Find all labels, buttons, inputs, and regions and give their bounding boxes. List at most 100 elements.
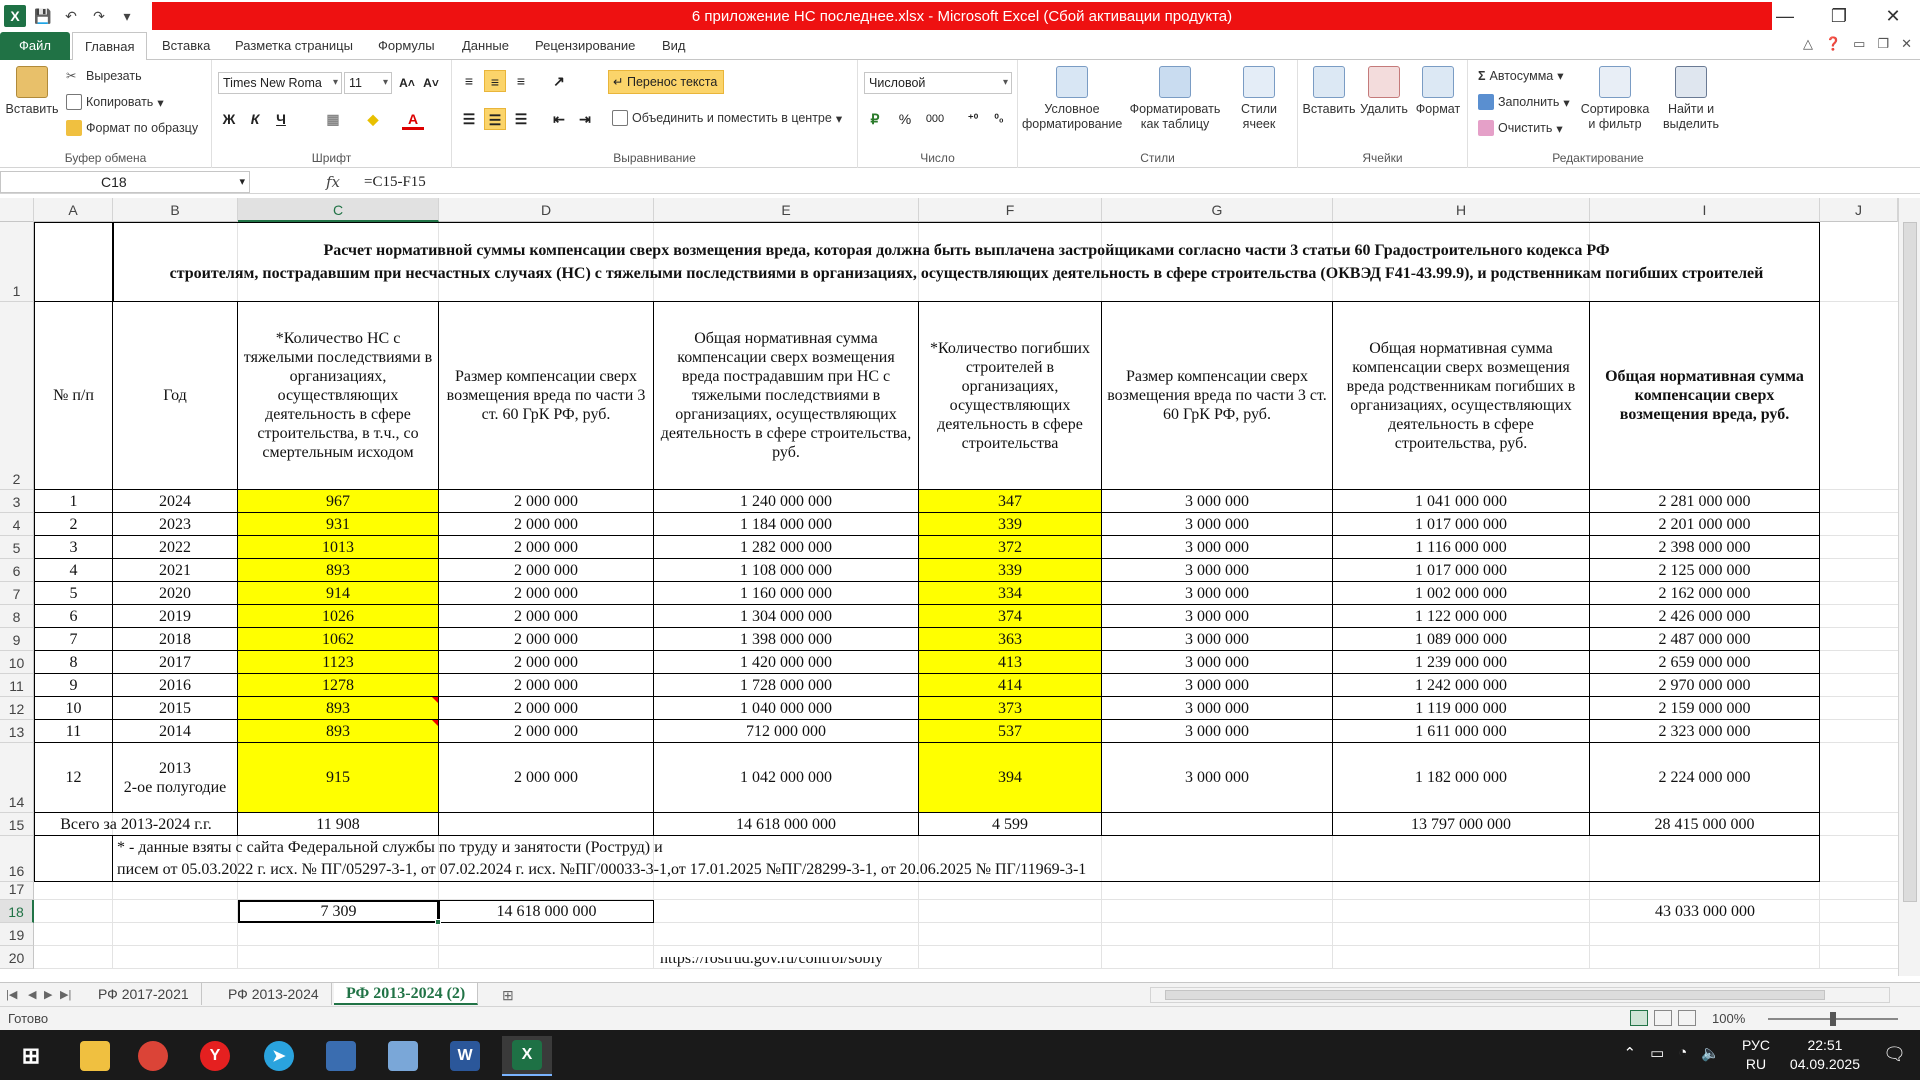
cell-total-all[interactable]: 2 426 000 000 — [1590, 605, 1820, 628]
row-header-20[interactable]: 20 — [0, 946, 34, 969]
cell-number[interactable]: 1 — [34, 490, 113, 513]
cell-total-death[interactable]: 1 122 000 000 — [1333, 605, 1590, 628]
cell-incidents[interactable]: 1062 — [238, 628, 439, 651]
tab-home[interactable]: Главная — [72, 32, 148, 61]
cell-compensation-injury[interactable]: 2 000 000 — [439, 582, 654, 605]
cell-compensation-injury[interactable]: 2 000 000 — [439, 651, 654, 674]
cell-number[interactable]: 11 — [34, 720, 113, 743]
cell-total-death[interactable]: 1 119 000 000 — [1333, 697, 1590, 720]
header-h[interactable]: Общая нормативная сумма компенсации свер… — [1333, 302, 1590, 490]
cell-incidents[interactable]: 1013 — [238, 536, 439, 559]
column-header-j[interactable]: J — [1820, 198, 1898, 222]
merge-center-button[interactable]: Объединить и поместить в центре ▾ — [612, 110, 842, 126]
total-death-sum[interactable]: 13 797 000 000 — [1333, 813, 1590, 836]
name-box[interactable]: C18 — [0, 171, 250, 193]
close-button[interactable]: ✕ — [1866, 0, 1920, 32]
page-layout-view-icon[interactable] — [1654, 1010, 1672, 1026]
sheet-tab-2[interactable]: РФ 2013-2024 — [216, 983, 332, 1005]
window-restore-icon[interactable]: ❐ — [1877, 36, 1889, 52]
total-label[interactable]: Всего за 2013-2024 г.г. — [34, 813, 238, 836]
cell-compensation-injury[interactable]: 2 000 000 — [439, 536, 654, 559]
cell-incidents[interactable]: 893 — [238, 697, 439, 720]
total-d[interactable] — [439, 813, 654, 836]
row-header-10[interactable]: 10 — [0, 651, 34, 674]
row-header-8[interactable]: 8 — [0, 605, 34, 628]
column-header-f[interactable]: F — [919, 198, 1102, 222]
cell-compensation-death[interactable]: 3 000 000 — [1102, 559, 1333, 582]
cell-year[interactable]: 2024 — [113, 490, 238, 513]
cell-compensation-death[interactable]: 3 000 000 — [1102, 628, 1333, 651]
cell-incidents[interactable]: 1123 — [238, 651, 439, 674]
chevron-up-icon[interactable]: ⌃ — [1623, 1044, 1636, 1062]
cell-year[interactable]: 2019 — [113, 605, 238, 628]
cell-incidents[interactable]: 914 — [238, 582, 439, 605]
restore-button[interactable]: ❐ — [1812, 0, 1866, 32]
cell-total-all[interactable]: 2 323 000 000 — [1590, 720, 1820, 743]
explorer-button[interactable] — [70, 1036, 120, 1076]
header-f[interactable]: *Количество погибших строителей в органи… — [919, 302, 1102, 490]
redo-icon[interactable]: ↷ — [88, 5, 110, 27]
cell-deaths[interactable]: 373 — [919, 697, 1102, 720]
cell-year[interactable]: 2023 — [113, 513, 238, 536]
cell-total-injury[interactable]: 1 728 000 000 — [654, 674, 919, 697]
cell-compensation-injury[interactable]: 2 000 000 — [439, 697, 654, 720]
select-all-corner[interactable] — [0, 198, 34, 222]
cell-number[interactable]: 9 — [34, 674, 113, 697]
cell-compensation-injury[interactable]: 2 000 000 — [439, 605, 654, 628]
cell-total-death[interactable]: 1 089 000 000 — [1333, 628, 1590, 651]
normal-view-icon[interactable] — [1630, 1010, 1648, 1026]
column-header-h[interactable]: H — [1333, 198, 1590, 222]
align-right-icon[interactable]: ☰ — [510, 108, 532, 130]
row-header-7[interactable]: 7 — [0, 582, 34, 605]
row-header-11[interactable]: 11 — [0, 674, 34, 697]
total-g[interactable] — [1102, 813, 1333, 836]
cell-total-death[interactable]: 1 017 000 000 — [1333, 559, 1590, 582]
cell-year[interactable]: 2020 — [113, 582, 238, 605]
decrease-font-icon[interactable]: A˅ — [420, 72, 442, 94]
save-icon[interactable]: 💾 — [32, 5, 54, 27]
column-header-g[interactable]: G — [1102, 198, 1333, 222]
column-header-a[interactable]: A — [34, 198, 113, 222]
row-header-18[interactable]: 18 — [0, 900, 34, 923]
clear-button[interactable]: Очистить ▾ — [1478, 120, 1563, 136]
borders-icon[interactable]: ▦ — [322, 108, 344, 130]
cell-compensation-injury[interactable]: 2 000 000 — [439, 674, 654, 697]
horizontal-scroll-thumb[interactable] — [1165, 990, 1825, 1000]
cell-total-injury[interactable]: 1 042 000 000 — [654, 743, 919, 813]
chrome-button[interactable] — [128, 1036, 178, 1076]
total-injury-sum[interactable]: 14 618 000 000 — [654, 813, 919, 836]
cell-total-all[interactable]: 2 201 000 000 — [1590, 513, 1820, 536]
cell-incidents[interactable]: 1278 — [238, 674, 439, 697]
cell-compensation-injury[interactable]: 2 000 000 — [439, 559, 654, 582]
column-header-b[interactable]: B — [113, 198, 238, 222]
row-header-12[interactable]: 12 — [0, 697, 34, 720]
cell-incidents[interactable]: 967 — [238, 490, 439, 513]
word-button[interactable]: W — [440, 1036, 490, 1076]
notifications-icon[interactable]: 🗨 — [1883, 1044, 1906, 1065]
cell-incidents[interactable]: 893 — [238, 559, 439, 582]
cell-compensation-death[interactable]: 3 000 000 — [1102, 536, 1333, 559]
window-minimize-icon[interactable]: ▭ — [1853, 36, 1865, 52]
header-g[interactable]: Размер компенсации сверх возмещения вред… — [1102, 302, 1333, 490]
cell-compensation-death[interactable]: 3 000 000 — [1102, 490, 1333, 513]
cell-compensation-death[interactable]: 3 000 000 — [1102, 582, 1333, 605]
cell-number[interactable]: 8 — [34, 651, 113, 674]
volume-icon[interactable]: 🔈 — [1701, 1044, 1720, 1062]
tab-view[interactable]: Вид — [650, 32, 698, 60]
cell-total-death[interactable]: 1 242 000 000 — [1333, 674, 1590, 697]
cell-total-death[interactable]: 1 116 000 000 — [1333, 536, 1590, 559]
thousands-button[interactable]: 000 — [920, 108, 950, 130]
font-name-select[interactable]: Times New Roma — [218, 72, 342, 94]
total-all-sum[interactable]: 28 415 000 000 — [1590, 813, 1820, 836]
align-center-icon[interactable]: ☰ — [484, 108, 506, 130]
cell-d18[interactable]: 14 618 000 000 — [439, 900, 654, 923]
collapse-ribbon-icon[interactable]: △ — [1803, 36, 1813, 52]
percent-button[interactable]: % — [894, 108, 916, 130]
battery-icon[interactable]: ▭ — [1650, 1044, 1664, 1062]
cell-a1[interactable] — [34, 222, 113, 302]
cell-total-injury[interactable]: 1 108 000 000 — [654, 559, 919, 582]
cell-deaths[interactable]: 339 — [919, 513, 1102, 536]
cell-e20-link[interactable]: https://rostrud.gov.ru/control/sobly — [654, 957, 1102, 969]
help-icon[interactable]: ❓ — [1825, 36, 1841, 52]
new-sheet-icon[interactable]: ⊞ — [502, 983, 514, 1007]
